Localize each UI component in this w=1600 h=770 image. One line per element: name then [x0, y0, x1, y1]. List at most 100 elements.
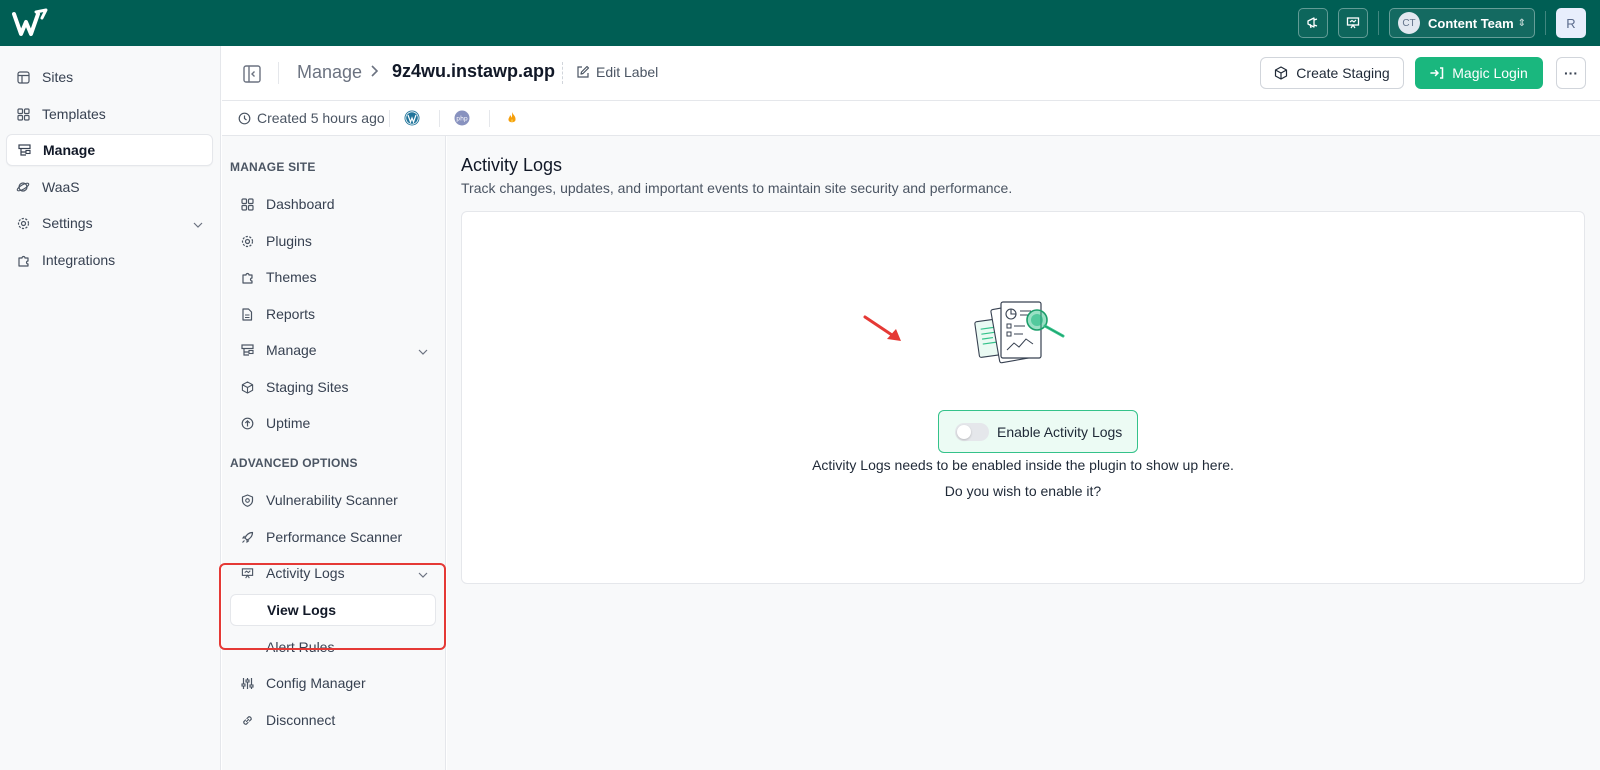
fire-icon[interactable]: [504, 110, 520, 126]
page-header: Manage 9z4wu.instawp.app Edit Label Crea…: [222, 46, 1600, 101]
chevron-down-icon: [193, 215, 203, 231]
sidebar-item-label: Settings: [42, 215, 93, 231]
create-staging-button[interactable]: Create Staging: [1260, 57, 1404, 89]
nav-item-label: Disconnect: [266, 712, 336, 728]
sidebar-item-integrations[interactable]: Integrations: [6, 244, 213, 276]
manage-site-nav: MANAGE SITE Dashboard Plugins Themes Rep…: [222, 136, 446, 770]
nav-item-themes[interactable]: Themes: [230, 261, 436, 293]
sliders-icon: [240, 676, 254, 690]
sitemap-icon: [17, 143, 31, 157]
empty-state-question: Do you wish to enable it?: [944, 483, 1102, 499]
toggle-switch[interactable]: [955, 422, 989, 441]
sidebar-item-label: Manage: [43, 142, 96, 158]
page-title: Activity Logs: [461, 155, 563, 175]
megaphone-icon: [1307, 17, 1318, 29]
nav-item-label: Themes: [266, 269, 317, 285]
planet-icon: [16, 180, 30, 194]
user-avatar[interactable]: R: [1556, 8, 1586, 38]
more-icon: ···: [1564, 65, 1578, 81]
nav-item-performance-scanner[interactable]: Performance Scanner: [230, 521, 436, 553]
nav-item-label: Reports: [266, 306, 316, 322]
arrow-up-circle-icon: [240, 416, 254, 430]
sidebar-item-manage[interactable]: Manage: [6, 134, 213, 166]
nav-item-label: Performance Scanner: [266, 529, 403, 545]
created-info: Created 5 hours ago: [238, 110, 385, 126]
team-avatar: CT: [1398, 12, 1420, 34]
presentation-icon: [1346, 17, 1360, 29]
sidebar-item-label: Integrations: [42, 252, 116, 268]
breadcrumb-manage[interactable]: Manage: [297, 62, 362, 83]
nav-item-label: Manage: [266, 342, 317, 358]
top-bar: CT Content Team ⇕ R: [0, 0, 1600, 46]
file-icon: [240, 307, 254, 321]
rocket-icon: [240, 530, 254, 544]
header-divider-2: [562, 62, 563, 84]
team-name: Content Team: [1428, 15, 1514, 31]
meta-divider-2: [439, 110, 440, 127]
red-arrow-annotation: [863, 315, 901, 341]
sitemap-icon: [240, 343, 254, 357]
highlight-annotation: [219, 563, 446, 650]
nav-item-manage[interactable]: Manage: [230, 334, 436, 366]
svg-text:php: php: [456, 116, 468, 123]
grid-icon: [16, 107, 30, 121]
site-meta-row: Created 5 hours ago php: [222, 101, 1600, 136]
nav-item-label: Plugins: [266, 233, 312, 249]
create-staging-label: Create Staging: [1296, 65, 1390, 81]
collapse-sidebar-icon[interactable]: [242, 64, 262, 84]
presentation-button[interactable]: [1338, 8, 1368, 38]
magic-login-label: Magic Login: [1452, 65, 1528, 81]
chevron-down-icon: [418, 342, 428, 358]
nav-item-uptime[interactable]: Uptime: [230, 407, 436, 439]
main-content: Activity Logs Track changes, updates, an…: [447, 136, 1600, 770]
grid-icon: [240, 197, 254, 211]
top-divider: [1378, 11, 1379, 35]
edit-icon: [577, 65, 590, 78]
shield-icon: [240, 493, 254, 507]
sidebar-item-waas[interactable]: WaaS: [6, 171, 213, 203]
sidebar-item-label: Templates: [42, 106, 106, 122]
enable-activity-logs-toggle[interactable]: Enable Activity Logs: [938, 410, 1138, 453]
page-subtitle: Track changes, updates, and important ev…: [461, 180, 1013, 196]
nav-item-disconnect[interactable]: Disconnect: [230, 704, 436, 736]
login-icon: [1430, 67, 1444, 79]
site-name: 9z4wu.instawp.app: [392, 61, 556, 81]
wordpress-icon[interactable]: [404, 110, 420, 126]
box-icon: [1275, 66, 1288, 80]
gear-icon: [240, 234, 254, 248]
nav-item-label: Config Manager: [266, 675, 366, 691]
box-icon: [240, 380, 254, 394]
chevron-right-icon: [371, 65, 379, 77]
link-icon: [240, 713, 254, 727]
edit-label-text: Edit Label: [596, 64, 659, 80]
clock-icon: [238, 112, 251, 124]
instawp-logo[interactable]: [12, 8, 50, 38]
sidebar-item-sites[interactable]: Sites: [6, 61, 213, 93]
top-divider-2: [1545, 11, 1546, 35]
nav-item-vulnerability-scanner[interactable]: Vulnerability Scanner: [230, 484, 436, 516]
main-sidebar: Sites Templates Manage WaaS Settings Int…: [0, 46, 221, 770]
edit-label-button[interactable]: Edit Label: [576, 64, 658, 80]
enable-activity-logs-label: Enable Activity Logs: [997, 423, 1123, 440]
team-switcher[interactable]: CT Content Team ⇕: [1389, 8, 1535, 38]
sidebar-item-settings[interactable]: Settings: [6, 207, 213, 239]
chevron-updown-icon: ⇕: [1517, 17, 1526, 29]
sidebar-item-label: Sites: [42, 69, 74, 85]
gear-icon: [16, 216, 30, 230]
nav-item-reports[interactable]: Reports: [230, 298, 436, 330]
section-heading-advanced-options: ADVANCED OPTIONS: [230, 456, 358, 470]
sidebar-item-templates[interactable]: Templates: [6, 98, 213, 130]
nav-item-config-manager[interactable]: Config Manager: [230, 667, 436, 699]
magic-login-button[interactable]: Magic Login: [1415, 57, 1543, 89]
more-options-button[interactable]: ···: [1556, 57, 1586, 89]
nav-item-plugins[interactable]: Plugins: [230, 225, 436, 257]
php-icon[interactable]: php: [454, 110, 470, 126]
nav-item-label: Uptime: [266, 415, 311, 431]
nav-item-staging-sites[interactable]: Staging Sites: [230, 371, 436, 403]
header-divider: [278, 62, 279, 84]
announcements-button[interactable]: [1298, 8, 1328, 38]
layout-icon: [16, 70, 30, 84]
nav-item-dashboard[interactable]: Dashboard: [230, 188, 436, 220]
meta-divider-3: [489, 110, 490, 127]
activity-logs-empty-card: Enable Activity Logs Activity Logs needs…: [461, 211, 1585, 584]
